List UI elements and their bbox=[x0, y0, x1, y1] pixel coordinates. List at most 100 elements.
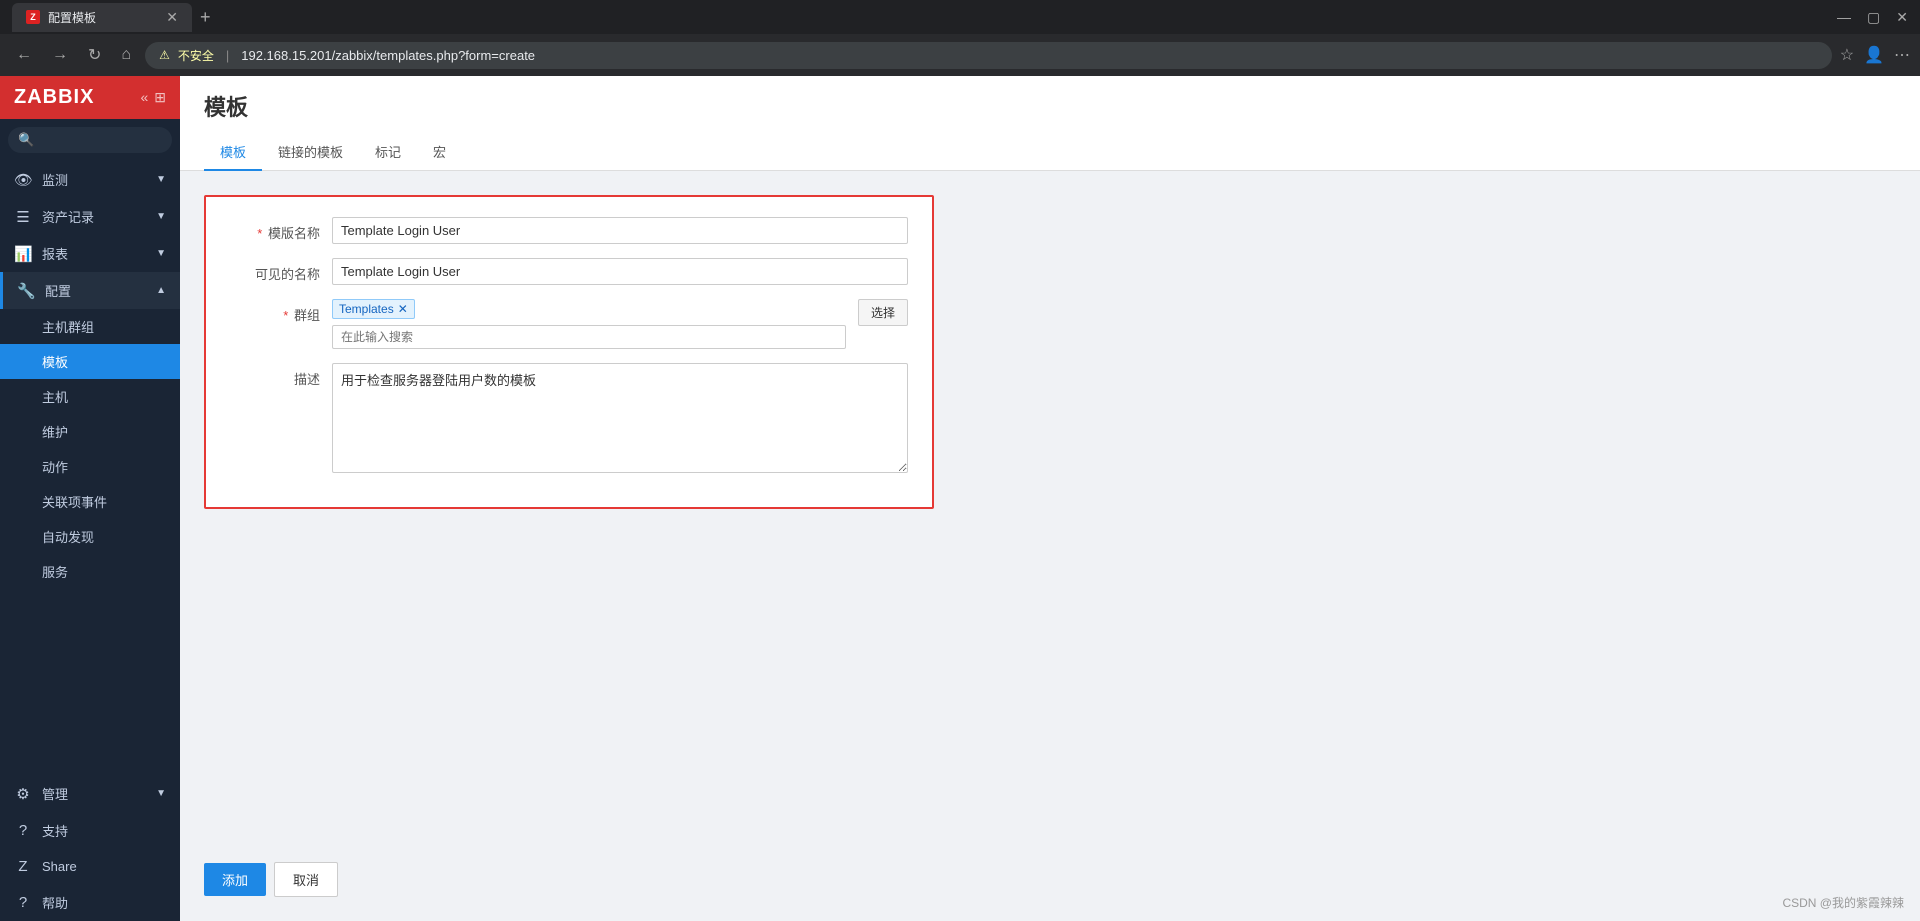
visible-name-input[interactable] bbox=[332, 258, 908, 285]
groups-search-input[interactable] bbox=[332, 325, 846, 349]
sidebar-sub-discovery[interactable]: 自动发现 bbox=[0, 519, 180, 554]
visible-name-row: 可见的名称 bbox=[230, 258, 908, 285]
cancel-button[interactable]: 取消 bbox=[274, 862, 338, 897]
maximize-button[interactable]: ▢ bbox=[1867, 9, 1880, 26]
footer-credit: CSDN @我的紫霞辣辣 bbox=[1782, 894, 1904, 911]
form-container: * 模版名称 可见的名称 * 群组 bbox=[180, 171, 1920, 862]
window-controls: — ▢ ✕ bbox=[1837, 9, 1908, 26]
browser-tab[interactable]: Z 配置模板 ✕ bbox=[12, 3, 192, 32]
forward-button[interactable]: → bbox=[46, 42, 74, 68]
sidebar-sub-services[interactable]: 服务 bbox=[0, 554, 180, 589]
sidebar-item-help-label: 帮助 bbox=[42, 893, 68, 912]
close-tab-button[interactable]: ✕ bbox=[166, 9, 178, 26]
required-star: * bbox=[257, 226, 262, 241]
search-input[interactable] bbox=[40, 133, 162, 147]
search-icon: 🔍 bbox=[18, 132, 34, 148]
browser-toolbar: ← → ↻ ⌂ ⚠ 不安全 | 192.168.15.201/zabbix/te… bbox=[0, 34, 1920, 76]
sidebar-item-reports[interactable]: 📊 报表 ▼ bbox=[0, 235, 180, 272]
page-header: 模板 模板 链接的模板 标记 宏 bbox=[180, 76, 1920, 171]
address-bar[interactable]: ⚠ 不安全 | 192.168.15.201/zabbix/templates.… bbox=[145, 42, 1832, 69]
action-row: 添加 取消 bbox=[180, 862, 1920, 921]
description-label: 描述 bbox=[230, 363, 320, 388]
sidebar-sub-templates[interactable]: 模板 bbox=[0, 344, 180, 379]
sidebar-item-config-label: 配置 bbox=[45, 281, 71, 300]
sidebar-item-assets[interactable]: ☰ 资产记录 ▼ bbox=[0, 198, 180, 235]
tab-favicon: Z bbox=[26, 10, 40, 24]
close-window-button[interactable]: ✕ bbox=[1896, 9, 1908, 26]
url-text[interactable]: 192.168.15.201/zabbix/templates.php?form… bbox=[241, 48, 535, 63]
back-button[interactable]: ← bbox=[10, 42, 38, 68]
visible-name-label: 可见的名称 bbox=[230, 258, 320, 283]
sidebar-logo: ZABBIX « ⊞ bbox=[0, 76, 180, 119]
tab-macros[interactable]: 宏 bbox=[417, 134, 462, 171]
tab-linked-templates[interactable]: 链接的模板 bbox=[262, 134, 359, 171]
sidebar-item-share-label: Share bbox=[42, 859, 77, 874]
monitor-icon: 👁 bbox=[14, 171, 32, 189]
share-icon: Z bbox=[14, 858, 32, 875]
sidebar-sub-correlation[interactable]: 关联项事件 bbox=[0, 484, 180, 519]
menu-icon[interactable]: ⋯ bbox=[1894, 45, 1910, 65]
minimize-button[interactable]: — bbox=[1837, 9, 1851, 26]
sidebar-item-support[interactable]: ? 支持 bbox=[0, 812, 180, 849]
assets-icon: ☰ bbox=[14, 208, 32, 226]
separator: | bbox=[226, 48, 229, 63]
sidebar-search[interactable]: 🔍 bbox=[8, 127, 172, 153]
tab-tags[interactable]: 标记 bbox=[359, 134, 417, 171]
profile-icon[interactable]: 👤 bbox=[1864, 45, 1884, 65]
admin-arrow: ▼ bbox=[156, 788, 166, 799]
security-icon: ⚠ bbox=[159, 48, 170, 62]
select-group-button[interactable]: 选择 bbox=[858, 299, 908, 326]
description-row: 描述 用于检查服务器登陆用户数的模板 bbox=[230, 363, 908, 473]
collapse-icon[interactable]: « bbox=[140, 89, 148, 106]
template-name-row: * 模版名称 bbox=[230, 217, 908, 244]
logo-controls: « ⊞ bbox=[140, 89, 166, 106]
sidebar-sub-actions[interactable]: 动作 bbox=[0, 449, 180, 484]
security-label: 不安全 bbox=[178, 47, 214, 64]
reports-arrow: ▼ bbox=[156, 248, 166, 259]
layout-icon[interactable]: ⊞ bbox=[154, 89, 166, 106]
new-tab-button[interactable]: + bbox=[200, 7, 211, 28]
groups-label: * 群组 bbox=[230, 299, 320, 324]
sidebar-item-monitor-label: 监测 bbox=[42, 170, 68, 189]
main-content: 模板 模板 链接的模板 标记 宏 * 模版名称 bbox=[180, 76, 1920, 921]
sidebar-item-admin[interactable]: ⚙ 管理 ▼ bbox=[0, 775, 180, 812]
support-icon: ? bbox=[14, 822, 32, 839]
groups-tags-row: Templates ✕ bbox=[332, 299, 846, 319]
sidebar-item-share[interactable]: Z Share bbox=[0, 849, 180, 884]
sidebar-item-help[interactable]: ? 帮助 bbox=[0, 884, 180, 921]
add-button[interactable]: 添加 bbox=[204, 863, 266, 896]
tab-title: 配置模板 bbox=[48, 9, 96, 26]
sidebar-sub-maintenance[interactable]: 维护 bbox=[0, 414, 180, 449]
sidebar: ZABBIX « ⊞ 🔍 👁 监测 ▼ ☰ 资产记录 ▼ 📊 报表 ▼ 🔧 bbox=[0, 76, 180, 921]
browser-titlebar: Z 配置模板 ✕ + — ▢ ✕ bbox=[0, 0, 1920, 34]
home-button[interactable]: ⌂ bbox=[115, 42, 137, 68]
bookmark-star-icon[interactable]: ☆ bbox=[1840, 45, 1854, 65]
groups-required-star: * bbox=[283, 308, 288, 323]
app-wrapper: ZABBIX « ⊞ 🔍 👁 监测 ▼ ☰ 资产记录 ▼ 📊 报表 ▼ 🔧 bbox=[0, 76, 1920, 921]
reload-button[interactable]: ↻ bbox=[82, 41, 107, 69]
config-arrow: ▲ bbox=[156, 285, 166, 296]
tag-label: Templates bbox=[339, 302, 394, 316]
sidebar-sub-hosts[interactable]: 主机 bbox=[0, 379, 180, 414]
tag-remove-button[interactable]: ✕ bbox=[398, 302, 408, 316]
logo-text: ZABBIX bbox=[14, 86, 94, 109]
templates-tag: Templates ✕ bbox=[332, 299, 415, 319]
groups-field-wrapper: Templates ✕ bbox=[332, 299, 846, 349]
admin-icon: ⚙ bbox=[14, 785, 32, 803]
toolbar-actions: ☆ 👤 ⋯ bbox=[1840, 45, 1910, 65]
monitor-arrow: ▼ bbox=[156, 174, 166, 185]
template-name-input[interactable] bbox=[332, 217, 908, 244]
sidebar-item-support-label: 支持 bbox=[42, 821, 68, 840]
reports-icon: 📊 bbox=[14, 245, 32, 263]
template-name-label: * 模版名称 bbox=[230, 217, 320, 242]
description-textarea[interactable]: 用于检查服务器登陆用户数的模板 bbox=[332, 363, 908, 473]
sidebar-item-reports-label: 报表 bbox=[42, 244, 68, 263]
form-card: * 模版名称 可见的名称 * 群组 bbox=[204, 195, 934, 509]
groups-row: * 群组 Templates ✕ 选择 bbox=[230, 299, 908, 349]
sidebar-item-monitor[interactable]: 👁 监测 ▼ bbox=[0, 161, 180, 198]
sidebar-item-config[interactable]: 🔧 配置 ▲ bbox=[0, 272, 180, 309]
sidebar-sub-host-group[interactable]: 主机群组 bbox=[0, 309, 180, 344]
tab-bar: 模板 链接的模板 标记 宏 bbox=[204, 134, 1896, 170]
tab-template[interactable]: 模板 bbox=[204, 134, 262, 171]
sidebar-item-assets-label: 资产记录 bbox=[42, 207, 94, 226]
